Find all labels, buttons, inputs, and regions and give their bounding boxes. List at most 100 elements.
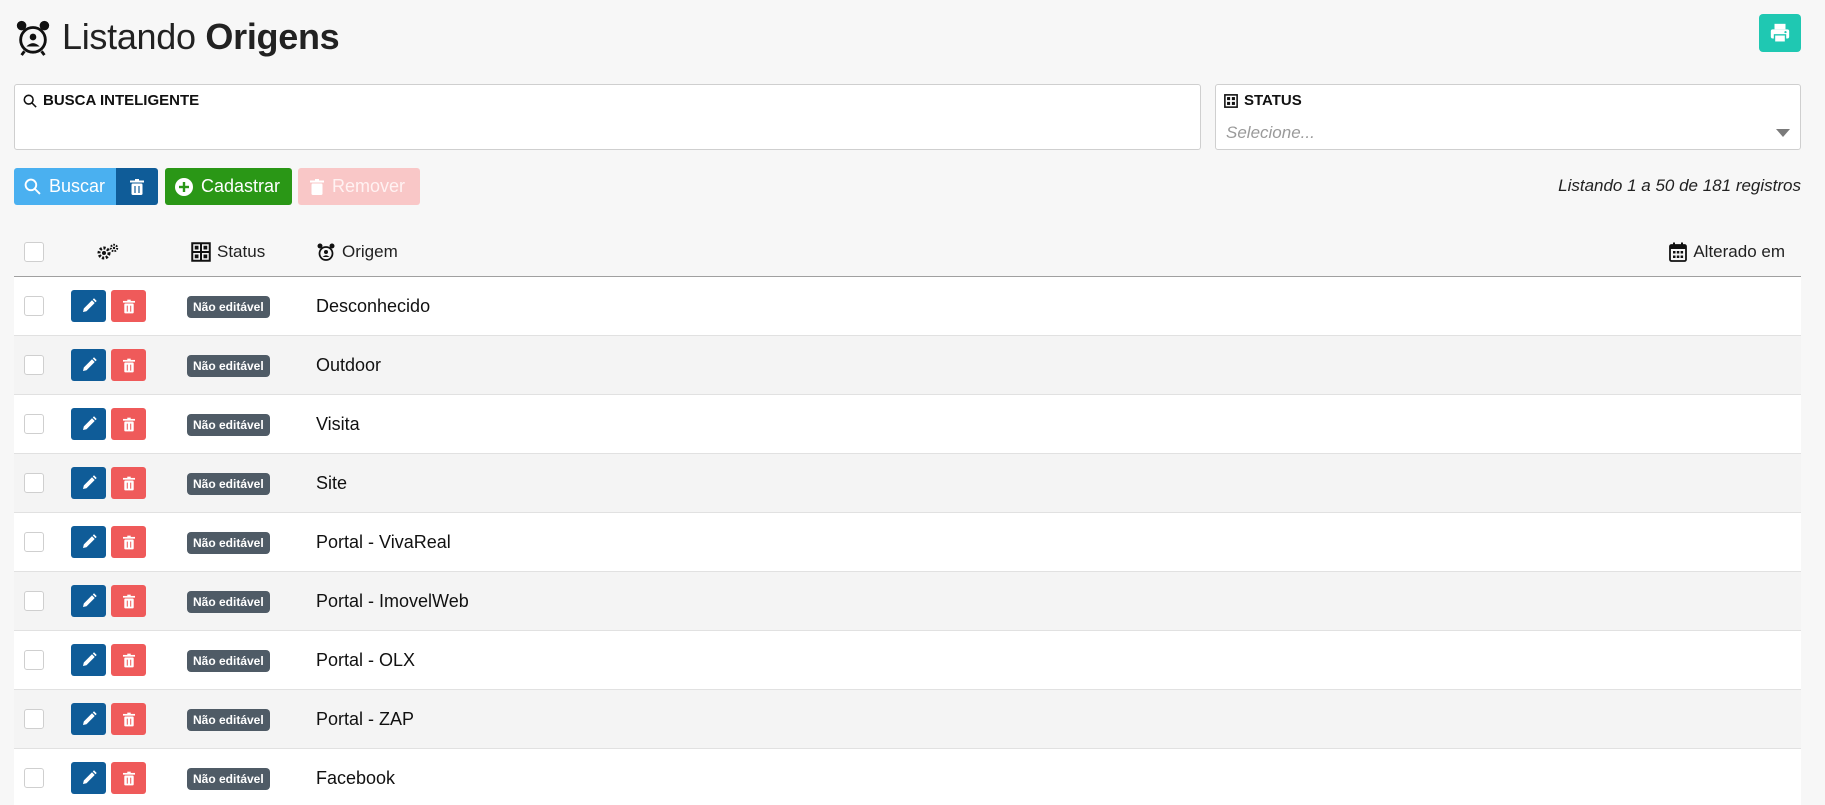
edit-button[interactable] [71, 467, 106, 499]
origin-column-header[interactable]: Origem [316, 228, 398, 276]
table-row: Não editável Outdoor [14, 336, 1801, 395]
trash-icon [122, 299, 135, 313]
pencil-icon [82, 770, 97, 784]
remove-button[interactable]: Remover [298, 168, 420, 205]
trash-icon [310, 178, 324, 195]
smart-search-label-text: BUSCA INTELIGENTE [43, 92, 200, 109]
calendar-icon [1669, 242, 1688, 262]
alarm-clock-icon [16, 20, 50, 56]
row-checkbox[interactable] [24, 473, 44, 493]
row-checkbox[interactable] [24, 532, 44, 552]
origin-name: Portal - ImovelWeb [316, 591, 469, 611]
origin-name: Site [316, 473, 348, 493]
origin-name: Outdoor [316, 355, 382, 375]
origin-name: Portal - ZAP [316, 709, 415, 729]
status-badge: Não editável [187, 355, 270, 377]
delete-button[interactable] [111, 644, 146, 676]
delete-button[interactable] [111, 762, 146, 794]
add-button[interactable]: Cadastrar [165, 168, 292, 205]
status-column-header[interactable]: Status [191, 228, 265, 276]
delete-button[interactable] [111, 290, 146, 322]
status-badge: Não editável [187, 709, 270, 731]
page-header: Listando Origens [14, 14, 340, 60]
row-checkbox[interactable] [24, 709, 44, 729]
table-row: Não editável Portal - ZAP [14, 690, 1801, 749]
plus-circle-icon [175, 177, 193, 196]
pencil-icon [82, 711, 97, 725]
status-label-text: STATUS [1244, 92, 1302, 109]
delete-button[interactable] [111, 408, 146, 440]
actions-header [96, 228, 120, 276]
search-button[interactable]: Buscar [14, 168, 117, 205]
table-row: Não editável Site [14, 454, 1801, 513]
status-badge: Não editável [187, 296, 270, 318]
grid-icon [191, 242, 211, 262]
alarm-clock-icon [317, 243, 335, 261]
pencil-icon [82, 534, 97, 548]
edit-button[interactable] [71, 408, 106, 440]
origin-column-label: Origem [342, 242, 398, 261]
origin-name: Portal - OLX [316, 650, 416, 670]
row-checkbox[interactable] [24, 355, 44, 375]
edit-button[interactable] [71, 644, 106, 676]
row-checkbox[interactable] [24, 414, 44, 434]
edit-button[interactable] [71, 349, 106, 381]
chevron-down-icon[interactable] [1776, 129, 1790, 137]
status-select-field[interactable]: STATUS Selecione... [1215, 84, 1801, 150]
add-button-label: Cadastrar [201, 176, 281, 196]
gears-icon [97, 243, 119, 260]
status-column-label: Status [217, 242, 266, 261]
print-button[interactable] [1759, 14, 1801, 52]
trash-icon [122, 712, 135, 726]
pencil-icon [82, 475, 97, 489]
status-badge: Não editável [187, 768, 270, 790]
edit-button[interactable] [71, 290, 106, 322]
status-badge: Não editável [187, 414, 270, 436]
origin-name: Visita [316, 414, 360, 434]
printer-icon [1770, 23, 1790, 43]
origin-name: Portal - VivaReal [316, 532, 451, 552]
delete-button[interactable] [111, 349, 146, 381]
modified-column-header[interactable]: Alterado em [1669, 228, 1785, 276]
page-title-prefix: Listando [62, 16, 196, 57]
row-checkbox[interactable] [24, 768, 44, 788]
delete-button[interactable] [111, 467, 146, 499]
pencil-icon [82, 652, 97, 666]
smart-search-input[interactable] [25, 117, 1190, 147]
trash-icon [122, 771, 135, 785]
status-badge: Não editável [187, 473, 270, 495]
status-select-placeholder: Selecione... [1226, 123, 1315, 142]
edit-button[interactable] [71, 703, 106, 735]
pencil-icon [82, 298, 97, 312]
trash-icon [130, 178, 144, 195]
origin-name: Facebook [316, 768, 396, 788]
pencil-icon [82, 416, 97, 430]
delete-button[interactable] [111, 703, 146, 735]
table-row: Não editável Facebook [14, 749, 1801, 805]
table-row: Não editável Portal - ImovelWeb [14, 572, 1801, 631]
row-checkbox[interactable] [24, 296, 44, 316]
clear-search-button[interactable] [116, 168, 158, 205]
select-all-cell [24, 228, 44, 276]
pencil-icon [82, 593, 97, 607]
edit-button[interactable] [71, 526, 106, 558]
edit-button[interactable] [71, 762, 106, 794]
remove-button-label: Remover [332, 176, 406, 196]
grid-icon [1224, 93, 1238, 108]
row-checkbox[interactable] [24, 650, 44, 670]
table-body: Não editável Desconhecido Não editável O… [14, 277, 1801, 805]
trash-icon [122, 417, 135, 431]
page: Listando Origens BUSCA INTELIGENTE STATU… [0, 0, 1825, 805]
delete-button[interactable] [111, 585, 146, 617]
trash-icon [122, 535, 135, 549]
table-row: Não editável Portal - VivaReal [14, 513, 1801, 572]
table-row: Não editável Visita [14, 395, 1801, 454]
status-badge: Não editável [187, 650, 270, 672]
row-checkbox[interactable] [24, 591, 44, 611]
delete-button[interactable] [111, 526, 146, 558]
pencil-icon [82, 357, 97, 371]
edit-button[interactable] [71, 585, 106, 617]
select-all-checkbox[interactable] [24, 242, 44, 262]
origin-name: Desconhecido [316, 296, 431, 316]
modified-column-label: Alterado em [1693, 242, 1785, 261]
